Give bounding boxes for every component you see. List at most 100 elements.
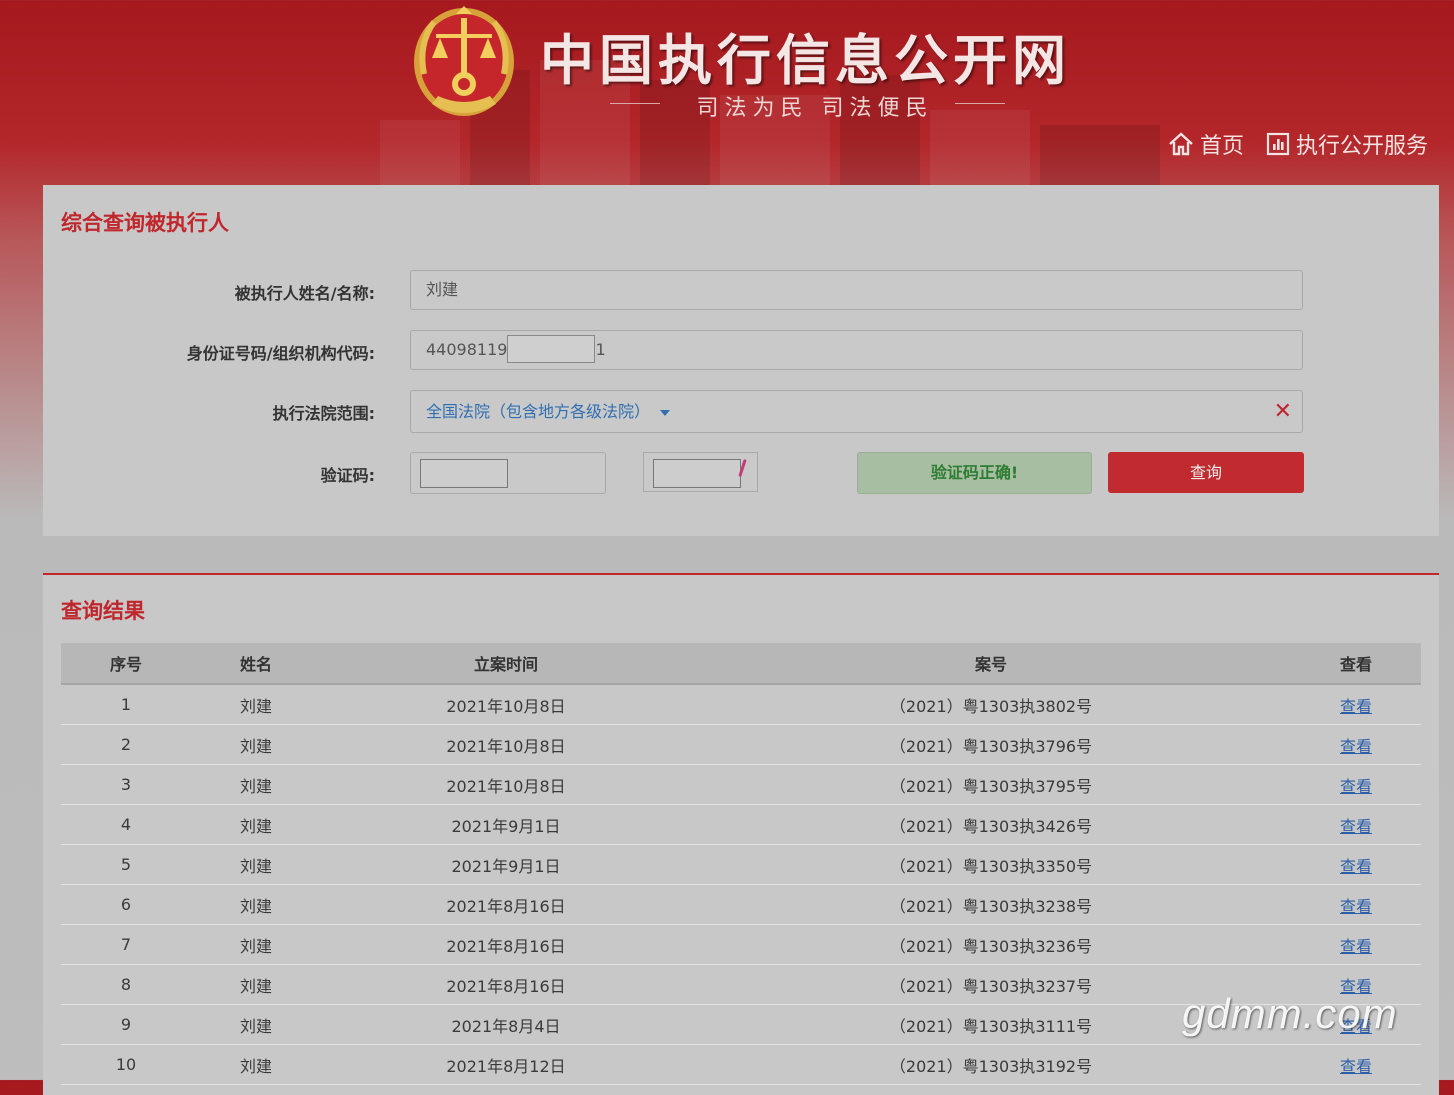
- captcha-status: 验证码正确!: [857, 452, 1092, 494]
- table-cell: 2021年9月1日: [321, 844, 691, 885]
- court-select[interactable]: 全国法院（包含地方各级法院） ✕: [410, 390, 1303, 433]
- table-cell: 10: [61, 1044, 191, 1085]
- top-nav: 首页 执行公开服务: [1168, 128, 1428, 160]
- table-cell: 刘建: [191, 964, 321, 1005]
- table-row: 5 刘建 2021年9月1日 （2021）粤1303执3350号 查看: [61, 844, 1421, 885]
- row-filing-date: 2021年8月16日: [446, 976, 566, 996]
- row-case-number: （2021）粤1303执3192号: [889, 1056, 1093, 1076]
- table-cell: 刘建: [191, 884, 321, 925]
- view-link[interactable]: 查看: [1340, 857, 1372, 876]
- view-link[interactable]: 查看: [1340, 777, 1372, 796]
- nav-service-link[interactable]: 执行公开服务: [1266, 128, 1428, 160]
- table-cell: 2021年10月8日: [321, 684, 691, 725]
- site-title: 中国执行信息公开网: [540, 28, 1071, 92]
- court-select-value: 全国法院（包含地方各级法院）: [426, 402, 651, 421]
- row-index: 4: [120, 815, 132, 834]
- row-case-number: （2021）粤1303执3802号: [889, 696, 1093, 716]
- id-input[interactable]: 44098119 1: [410, 330, 1303, 370]
- name-input[interactable]: 刘建: [410, 270, 1303, 310]
- table-cell: 1: [61, 684, 191, 725]
- row-filing-date: 2021年10月8日: [446, 696, 566, 716]
- table-cell: （2021）粤1303执3238号: [691, 884, 1291, 925]
- row-name: 刘建: [239, 776, 272, 796]
- table-cell: 刘建: [191, 1044, 321, 1085]
- table-cell: 9: [61, 1004, 191, 1045]
- table-cell: 3: [61, 764, 191, 805]
- home-icon: [1169, 132, 1193, 156]
- row-filing-date: 2021年8月16日: [446, 896, 566, 916]
- table-cell: 查看: [1291, 924, 1421, 965]
- table-cell: 2021年8月16日: [321, 884, 691, 925]
- row-case-number: （2021）粤1303执3426号: [889, 816, 1093, 836]
- view-link[interactable]: 查看: [1340, 817, 1372, 836]
- table-cell: 5: [61, 844, 191, 885]
- view-link[interactable]: 查看: [1340, 697, 1372, 716]
- building-silhouette: [1040, 125, 1160, 185]
- close-icon[interactable]: ✕: [1274, 391, 1292, 432]
- caret-down-icon: [660, 409, 671, 416]
- table-cell: 6: [61, 884, 191, 925]
- row-case-number: （2021）粤1303执3111号: [889, 1016, 1093, 1036]
- table-cell: （2021）粤1303执3796号: [691, 724, 1291, 765]
- table-row: 3 刘建 2021年10月8日 （2021）粤1303执3795号 查看: [61, 764, 1421, 805]
- table-cell: 刘建: [191, 804, 321, 845]
- row-index: 10: [115, 1055, 137, 1074]
- table-cell: （2021）粤1303执3426号: [691, 804, 1291, 845]
- site-slogan: 司法为民 司法便民: [696, 96, 934, 121]
- table-cell: 2021年8月16日: [321, 964, 691, 1005]
- table-cell: 查看: [1291, 724, 1421, 765]
- table-cell: 2021年8月16日: [321, 924, 691, 965]
- table-row: 7 刘建 2021年8月16日 （2021）粤1303执3236号 查看: [61, 924, 1421, 965]
- court-emblem-icon: [414, 6, 514, 116]
- nav-home-link[interactable]: 首页: [1168, 128, 1244, 160]
- column-header: 查看: [1291, 643, 1421, 685]
- row-case-number: （2021）粤1303执3237号: [889, 976, 1093, 996]
- building-silhouette: [380, 120, 460, 185]
- row-case-number: （2021）粤1303执3238号: [889, 896, 1093, 916]
- row-filing-date: 2021年9月1日: [451, 816, 561, 836]
- table-cell: 查看: [1291, 1044, 1421, 1085]
- table-cell: 查看: [1291, 804, 1421, 845]
- query-button[interactable]: 查询: [1108, 452, 1304, 493]
- results-title: 查询结果: [61, 599, 145, 623]
- row-name: 刘建: [239, 856, 272, 876]
- row-name: 刘建: [239, 1016, 272, 1036]
- nav-service-label: 执行公开服务: [1295, 134, 1428, 159]
- nav-home-label: 首页: [1199, 134, 1244, 159]
- table-cell: （2021）粤1303执3192号: [691, 1044, 1291, 1085]
- row-case-number: （2021）粤1303执3795号: [889, 776, 1093, 796]
- table-cell: 查看: [1291, 844, 1421, 885]
- table-row: 1 刘建 2021年10月8日 （2021）粤1303执3802号 查看: [61, 684, 1421, 725]
- name-input-value: 刘建: [426, 280, 459, 299]
- captcha-input[interactable]: [410, 452, 606, 494]
- captcha-input-box[interactable]: [420, 459, 508, 488]
- view-link[interactable]: 查看: [1340, 1057, 1372, 1076]
- column-header: 姓名: [191, 643, 321, 685]
- search-panel-title: 综合查询被执行人: [61, 211, 229, 235]
- search-panel: 综合查询被执行人 被执行人姓名/名称: 刘建 身份证号码/组织机构代码: 440…: [43, 185, 1439, 536]
- view-link[interactable]: 查看: [1340, 737, 1372, 756]
- view-link[interactable]: 查看: [1340, 897, 1372, 916]
- row-name: 刘建: [239, 696, 272, 716]
- table-cell: 2021年8月4日: [321, 1004, 691, 1045]
- column-header: 案号: [691, 643, 1291, 685]
- table-cell: （2021）粤1303执3795号: [691, 764, 1291, 805]
- captcha-image[interactable]: [643, 452, 758, 492]
- id-input-prefix: 44098119: [426, 340, 508, 359]
- table-cell: （2021）粤1303执3350号: [691, 844, 1291, 885]
- table-cell: 刘建: [191, 924, 321, 965]
- table-cell: 查看: [1291, 684, 1421, 725]
- row-filing-date: 2021年10月8日: [446, 776, 566, 796]
- row-name: 刘建: [239, 1056, 272, 1076]
- row-index: 5: [120, 855, 132, 874]
- view-link[interactable]: 查看: [1340, 937, 1372, 956]
- row-case-number: （2021）粤1303执3236号: [889, 936, 1093, 956]
- row-filing-date: 2021年10月8日: [446, 736, 566, 756]
- row-case-number: （2021）粤1303执3796号: [889, 736, 1093, 756]
- row-name: 刘建: [239, 736, 272, 756]
- captcha-label: 验证码:: [320, 466, 375, 485]
- row-index: 2: [120, 735, 132, 754]
- row-index: 3: [120, 775, 132, 794]
- table-cell: 刘建: [191, 724, 321, 765]
- table-cell: 7: [61, 924, 191, 965]
